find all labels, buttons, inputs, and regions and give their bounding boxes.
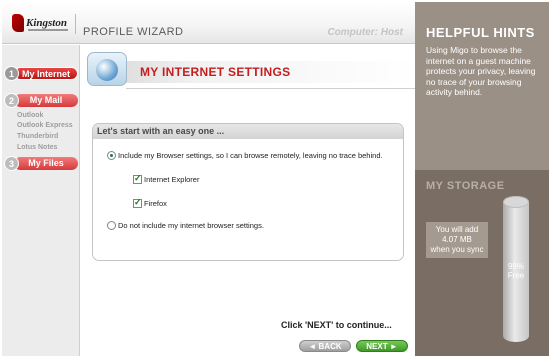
step-number: 3 [4, 156, 19, 171]
back-button[interactable]: ◄ BACK [299, 340, 351, 352]
internet-explorer-checkbox[interactable] [133, 173, 142, 184]
sidebar: My Internet 1 My Mail 2 Outlook Outlook … [2, 45, 80, 356]
hints-text: Using Migo to browse the internet on a g… [426, 45, 536, 97]
free-percent-value: 99% [507, 262, 524, 271]
mail-subitem-lotus-notes: Lotus Notes [17, 144, 58, 151]
firefox-checkbox[interactable] [133, 197, 142, 208]
helpful-hints-panel: HELPFUL HINTS Using Migo to browse the i… [415, 2, 549, 170]
next-button[interactable]: NEXT ► [356, 340, 408, 352]
hints-title: HELPFUL HINTS [426, 25, 535, 40]
step-number: 1 [4, 66, 19, 81]
sync-size-note: You will add 4.07 MB when you sync [426, 222, 488, 258]
sync-note-line: You will add [435, 225, 479, 234]
step-my-internet[interactable]: My Internet 1 [4, 66, 78, 81]
title-divider [75, 14, 76, 34]
wizard-title: PROFILE WIZARD [83, 26, 184, 38]
heading-divider [126, 88, 415, 89]
step-number: 2 [4, 93, 19, 108]
mail-subitem-outlook: Outlook [17, 112, 44, 119]
card-title: Let's start with an easy one ... [93, 124, 403, 139]
cylinder-top [503, 196, 529, 208]
migo-wizard-window: Kingston PROFILE WIZARD Computer: Host M… [0, 0, 551, 358]
mail-subitem-thunderbird: Thunderbird [17, 133, 59, 140]
include-browser-radio[interactable] [107, 151, 116, 160]
storage-percent: 99% Free [503, 262, 529, 280]
storage-panel: MY STORAGE You will add 4.07 MB when you… [415, 170, 549, 356]
mail-subitem-outlook-express: Outlook Express [17, 122, 73, 129]
settings-card: Let's start with an easy one ... Include… [92, 123, 404, 261]
page-title: MY INTERNET SETTINGS [140, 65, 291, 79]
firefox-label[interactable]: Firefox [144, 199, 167, 208]
step-my-files[interactable]: My Files 3 [4, 156, 78, 171]
continue-instruction: Click 'NEXT' to continue... [281, 320, 392, 330]
step-my-mail[interactable]: My Mail 2 [4, 93, 78, 108]
step-label: My Files [14, 157, 78, 170]
exclude-browser-radio[interactable] [107, 221, 116, 230]
free-label: Free [507, 271, 525, 280]
storage-title: MY STORAGE [426, 180, 505, 192]
sync-size-value: 4.07 MB [442, 235, 472, 244]
exclude-browser-label[interactable]: Do not include my internet browser setti… [118, 221, 264, 230]
kingston-head-icon [12, 14, 24, 32]
kingston-logo: Kingston [12, 12, 74, 36]
logo-text: Kingston [26, 17, 67, 29]
computer-label: Computer: Host [327, 27, 403, 38]
step-label: My Internet [14, 67, 78, 80]
storage-cylinder-gauge: 99% Free [503, 196, 529, 342]
include-browser-label[interactable]: Include my Browser settings, so I can br… [118, 151, 383, 160]
sync-note-line: when you sync [430, 245, 484, 254]
globe-icon [87, 52, 127, 86]
main-content: MY INTERNET SETTINGS Let's start with an… [81, 45, 415, 356]
title-bar: Kingston PROFILE WIZARD Computer: Host [2, 2, 415, 44]
step-label: My Mail [14, 94, 78, 107]
internet-explorer-label[interactable]: Internet Explorer [144, 175, 199, 184]
logo-underline [28, 29, 68, 31]
